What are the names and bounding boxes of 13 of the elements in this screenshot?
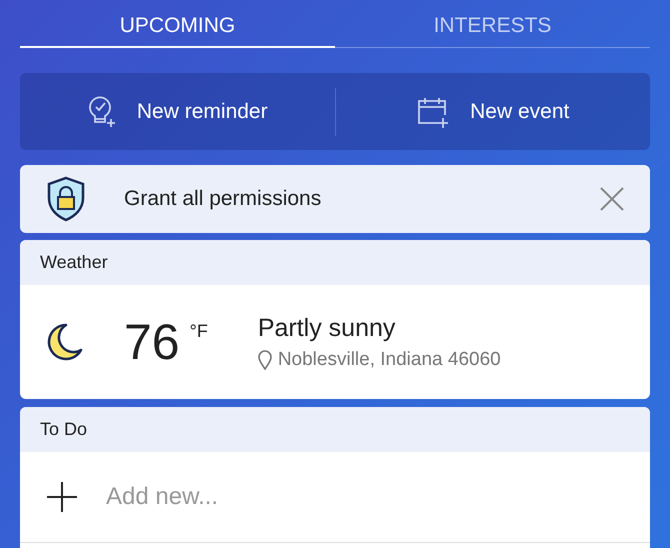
tab[interactable]: INTERESTS	[335, 0, 650, 48]
action-button[interactable]: New reminder	[20, 73, 334, 150]
location-text: Noblesville, Indiana 46060	[278, 348, 501, 370]
banner-text: Grant all permissions	[124, 187, 322, 211]
weather-condition: Partly sunny	[258, 314, 396, 342]
temperature-unit: °F	[190, 321, 208, 342]
tab[interactable]: UPCOMING	[20, 0, 335, 48]
card-title: To Do	[40, 419, 88, 440]
card-title: Weather	[40, 252, 108, 273]
permission-banner[interactable]: Grant all permissions	[20, 165, 650, 233]
add-new-field[interactable]: Add new...	[104, 482, 508, 512]
temperature: 76	[124, 313, 180, 371]
action-button[interactable]: New event	[336, 73, 650, 150]
